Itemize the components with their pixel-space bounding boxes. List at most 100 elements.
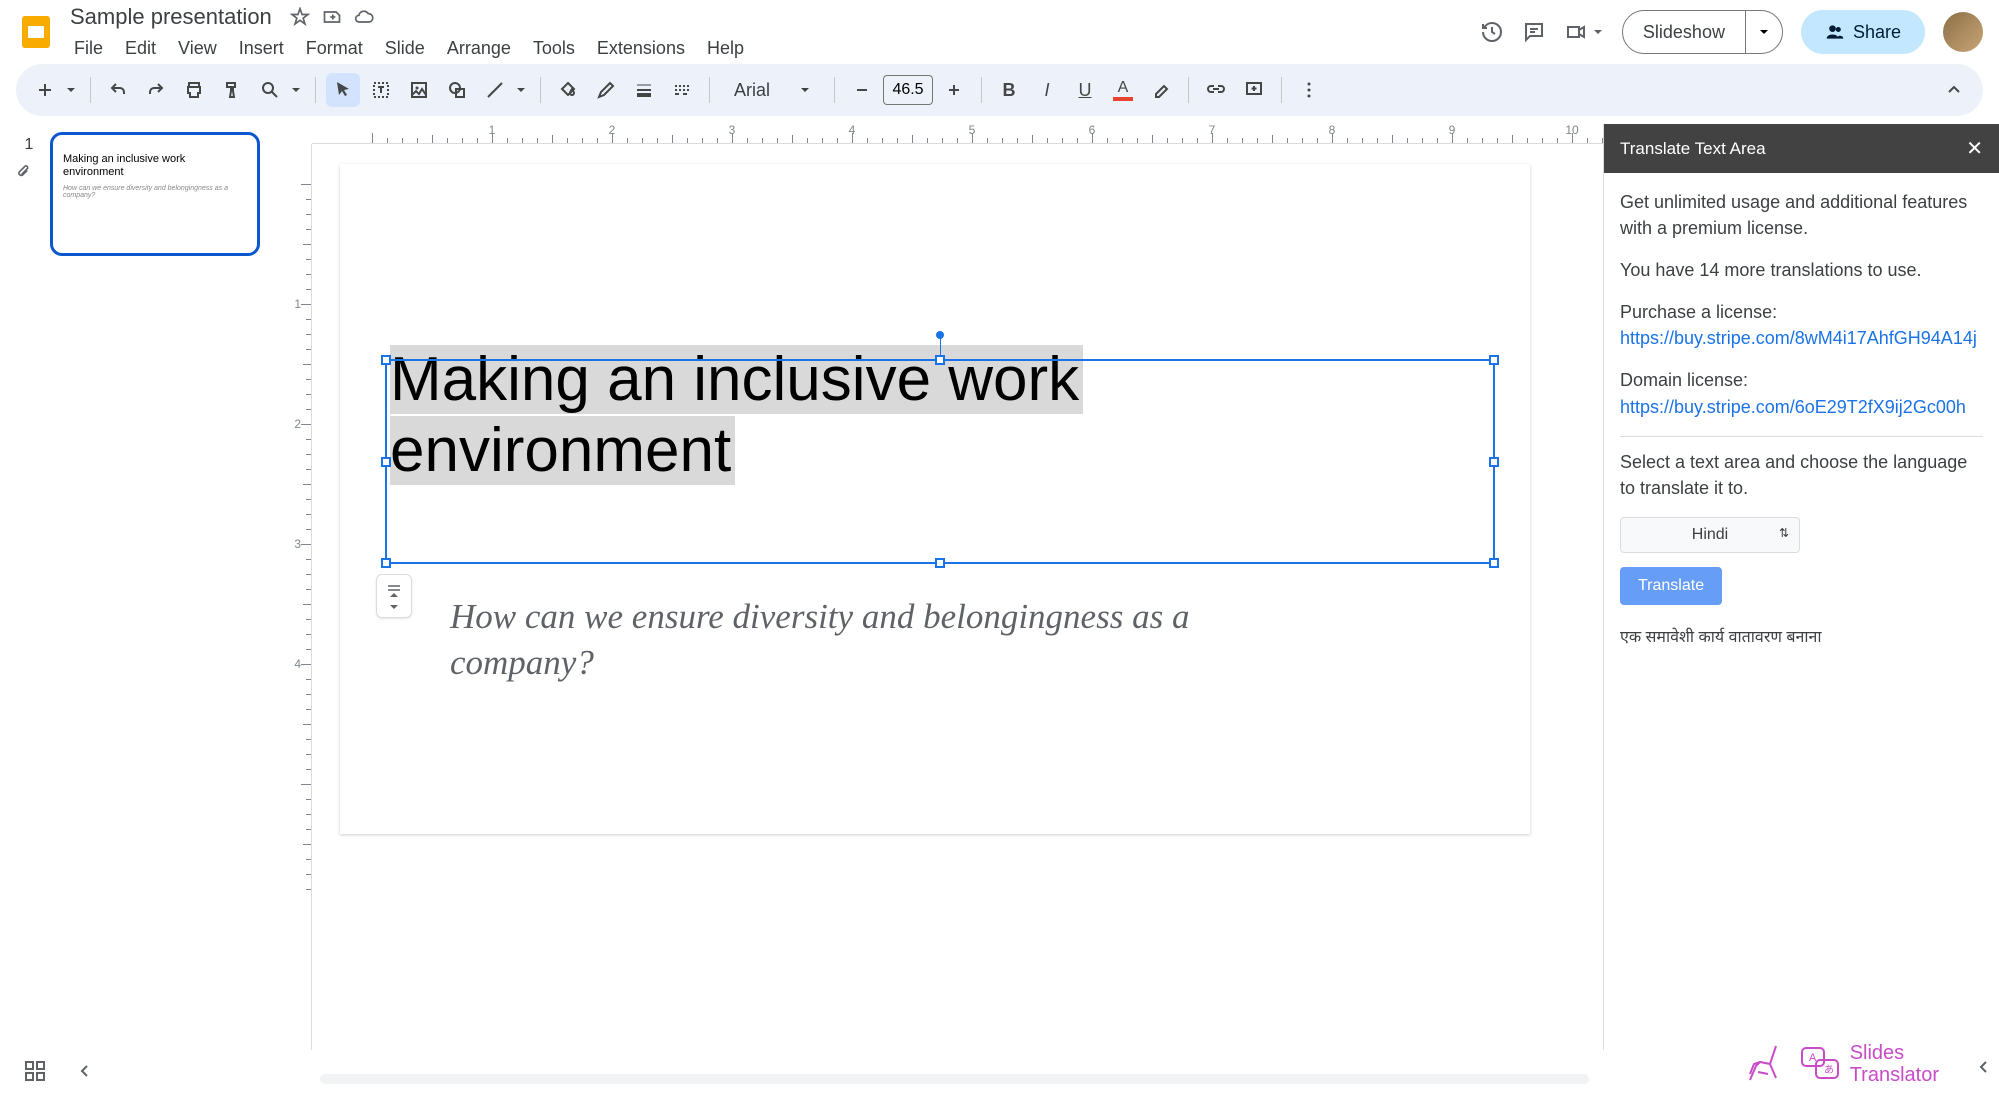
more-tools-button[interactable] — [1292, 73, 1326, 107]
menu-file[interactable]: File — [64, 34, 113, 63]
slideshow-button-group: Slideshow — [1622, 10, 1783, 54]
explore-button[interactable] — [24, 1060, 46, 1082]
cloud-icon[interactable] — [354, 7, 374, 27]
resize-handle[interactable] — [381, 457, 391, 467]
slideshow-dropdown[interactable] — [1745, 11, 1782, 53]
horizontal-scrollbar[interactable] — [320, 1074, 1589, 1084]
rotate-handle[interactable] — [936, 331, 944, 339]
slides-logo[interactable] — [16, 12, 56, 52]
domain-link[interactable]: https://buy.stripe.com/6oE29T2fX9ij2Gc00… — [1620, 397, 1966, 417]
link-button[interactable] — [1199, 73, 1233, 107]
language-select[interactable]: Hindi — [1620, 517, 1800, 553]
thumb-subtitle: How can we ensure diversity and belongin… — [63, 185, 247, 199]
menu-format[interactable]: Format — [296, 34, 373, 63]
zoom-dropdown[interactable] — [287, 73, 305, 107]
image-tool[interactable] — [402, 73, 436, 107]
border-weight-button[interactable] — [627, 73, 661, 107]
font-family-select[interactable]: Arial — [720, 80, 824, 101]
decrease-font-button[interactable] — [845, 73, 879, 107]
user-avatar[interactable] — [1943, 12, 1983, 52]
font-size-input[interactable] — [883, 75, 933, 105]
zoom-button[interactable] — [253, 73, 287, 107]
border-dash-button[interactable] — [665, 73, 699, 107]
collapse-sidepanel-button[interactable] — [1975, 1058, 1993, 1076]
menu-bar: File Edit View Insert Format Slide Arran… — [64, 34, 1480, 63]
undo-button[interactable] — [101, 73, 135, 107]
purchase-link[interactable]: https://buy.stripe.com/8wM4i17AhfGH94A14… — [1620, 328, 1977, 348]
resize-handle[interactable] — [935, 355, 945, 365]
new-slide-button[interactable] — [28, 73, 62, 107]
move-icon[interactable] — [322, 7, 342, 27]
new-slide-dropdown[interactable] — [62, 73, 80, 107]
main-area: 1 Making an inclusive work environment H… — [0, 124, 1999, 1050]
menu-extensions[interactable]: Extensions — [587, 34, 695, 63]
people-icon — [1825, 22, 1845, 42]
attachment-icon[interactable] — [16, 164, 42, 180]
translate-button[interactable]: Translate — [1620, 567, 1722, 605]
resize-handle[interactable] — [381, 355, 391, 365]
comment-icon[interactable] — [1522, 20, 1546, 44]
meet-button[interactable] — [1564, 20, 1604, 44]
font-family-value: Arial — [734, 80, 770, 101]
translation-result: एक समावेशी कार्य वातावरण बनाना — [1620, 625, 1983, 647]
line-dropdown[interactable] — [512, 73, 530, 107]
collapse-toolbar-button[interactable] — [1937, 73, 1971, 107]
sidebar-title: Translate Text Area — [1620, 139, 1766, 159]
vertical-ruler[interactable]: 1234 — [280, 144, 312, 1050]
close-sidebar-button[interactable]: ✕ — [1966, 136, 1983, 161]
menu-edit[interactable]: Edit — [115, 34, 166, 63]
horizontal-ruler[interactable]: 12345678910 — [312, 124, 1603, 144]
toolbar: Arial B I U A — [16, 64, 1983, 116]
history-icon[interactable] — [1480, 20, 1504, 44]
resize-handle[interactable] — [935, 558, 945, 568]
add-comment-button[interactable] — [1237, 73, 1271, 107]
chevron-down-icon — [800, 85, 810, 95]
line-tool[interactable] — [478, 73, 512, 107]
menu-tools[interactable]: Tools — [523, 34, 585, 63]
share-button[interactable]: Share — [1801, 10, 1925, 54]
purchase-label: Purchase a license: — [1620, 302, 1777, 322]
domain-label: Domain license: — [1620, 370, 1748, 390]
fill-color-button[interactable] — [551, 73, 585, 107]
share-label: Share — [1853, 22, 1901, 43]
menu-view[interactable]: View — [168, 34, 227, 63]
menu-insert[interactable]: Insert — [229, 34, 294, 63]
menu-help[interactable]: Help — [697, 34, 754, 63]
resize-handle[interactable] — [1489, 457, 1499, 467]
textbox-selection[interactable] — [385, 359, 1495, 564]
paint-format-button[interactable] — [215, 73, 249, 107]
remaining-text: You have 14 more translations to use. — [1620, 257, 1983, 283]
bottom-bar — [0, 1046, 1999, 1096]
resize-handle[interactable] — [381, 558, 391, 568]
bold-button[interactable]: B — [992, 73, 1026, 107]
border-color-button[interactable] — [589, 73, 623, 107]
text-color-button[interactable]: A — [1106, 73, 1140, 107]
thumb-title: Making an inclusive work environment — [63, 153, 247, 179]
document-title[interactable]: Sample presentation — [64, 2, 278, 32]
textbox-tool[interactable] — [364, 73, 398, 107]
menu-slide[interactable]: Slide — [375, 34, 435, 63]
chevron-down-icon — [1592, 26, 1604, 38]
collapse-filmstrip-button[interactable] — [76, 1062, 94, 1080]
resize-handle[interactable] — [1489, 355, 1499, 365]
increase-font-button[interactable] — [937, 73, 971, 107]
star-icon[interactable] — [290, 7, 310, 27]
shape-tool[interactable] — [440, 73, 474, 107]
underline-button[interactable]: U — [1068, 73, 1102, 107]
slide-canvas[interactable]: Making an inclusive work environment How… — [340, 164, 1530, 834]
addon-sidebar: Translate Text Area ✕ Get unlimited usag… — [1603, 124, 1999, 1050]
slide-number: 1 — [16, 136, 42, 154]
app-header: Sample presentation File Edit View Inser… — [0, 0, 1999, 64]
autofit-button[interactable] — [376, 574, 412, 618]
redo-button[interactable] — [139, 73, 173, 107]
slideshow-button[interactable]: Slideshow — [1623, 11, 1745, 53]
select-tool[interactable] — [326, 73, 360, 107]
slide-subtitle-text[interactable]: How can we ensure diversity and belongin… — [450, 594, 1330, 685]
print-button[interactable] — [177, 73, 211, 107]
highlight-button[interactable] — [1144, 73, 1178, 107]
menu-arrange[interactable]: Arrange — [437, 34, 521, 63]
italic-button[interactable]: I — [1030, 73, 1064, 107]
resize-handle[interactable] — [1489, 558, 1499, 568]
chevron-down-icon — [1758, 26, 1770, 38]
slide-thumbnail-1[interactable]: Making an inclusive work environment How… — [50, 132, 260, 256]
